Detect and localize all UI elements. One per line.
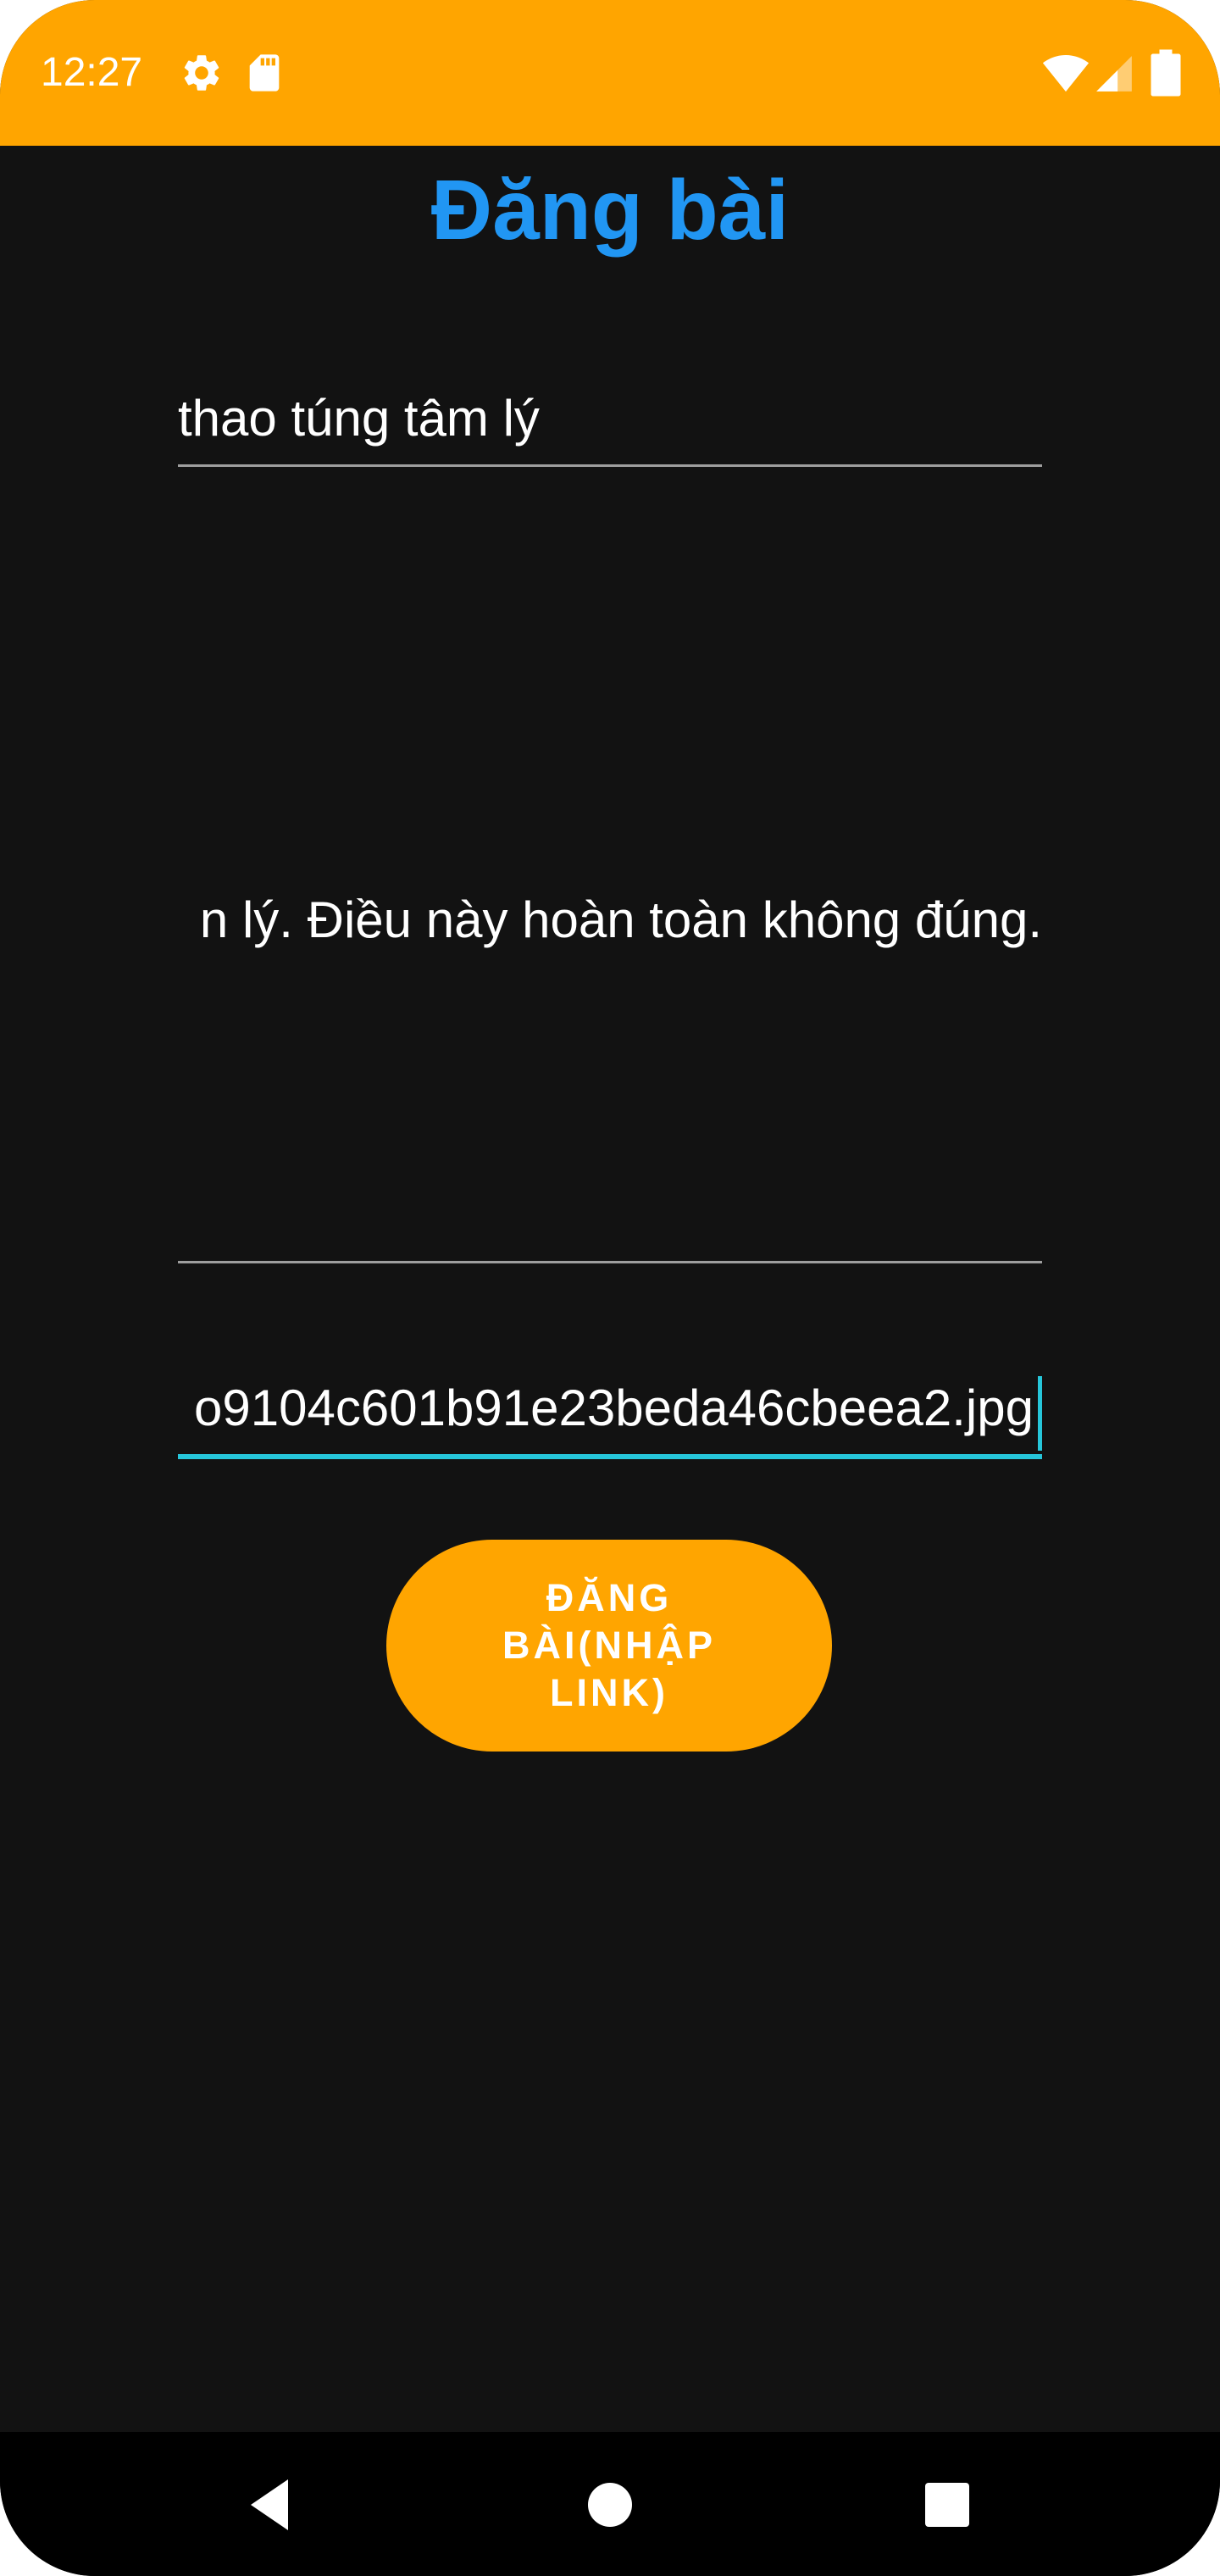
image-link-input[interactable]: o9104c601b91e23beda46cbeea2.jpg [178, 1373, 1042, 1459]
phone-screen: 12:27 Đăng bài thao túng tâm lý n lý. Đi… [0, 0, 1220, 2576]
image-link-input-value: o9104c601b91e23beda46cbeea2.jpg [194, 1380, 1034, 1436]
recents-icon[interactable] [907, 2464, 988, 2545]
content-input[interactable]: n lý. Điều này hoàn toàn không đúng. [178, 890, 1042, 1263]
battery-icon [1147, 47, 1184, 98]
sd-card-icon [242, 51, 286, 95]
wifi-icon [1042, 49, 1090, 97]
home-icon[interactable] [569, 2464, 651, 2545]
post-link-button[interactable]: ĐĂNG BÀI(NHẬP LINK) [386, 1540, 832, 1752]
page-title: Đăng bài [430, 163, 790, 258]
back-icon[interactable] [230, 2464, 312, 2545]
title-input[interactable]: thao túng tâm lý [178, 383, 1042, 467]
cell-signal-icon [1093, 51, 1135, 97]
text-cursor [1038, 1376, 1042, 1451]
title-input-value: thao túng tâm lý [178, 390, 540, 447]
navigation-bar [0, 2432, 1220, 2576]
status-bar: 12:27 [0, 0, 1220, 146]
status-time: 12:27 [41, 50, 143, 95]
gear-icon [180, 51, 224, 95]
content-input-value: n lý. Điều này hoàn toàn không đúng. [199, 891, 1042, 948]
